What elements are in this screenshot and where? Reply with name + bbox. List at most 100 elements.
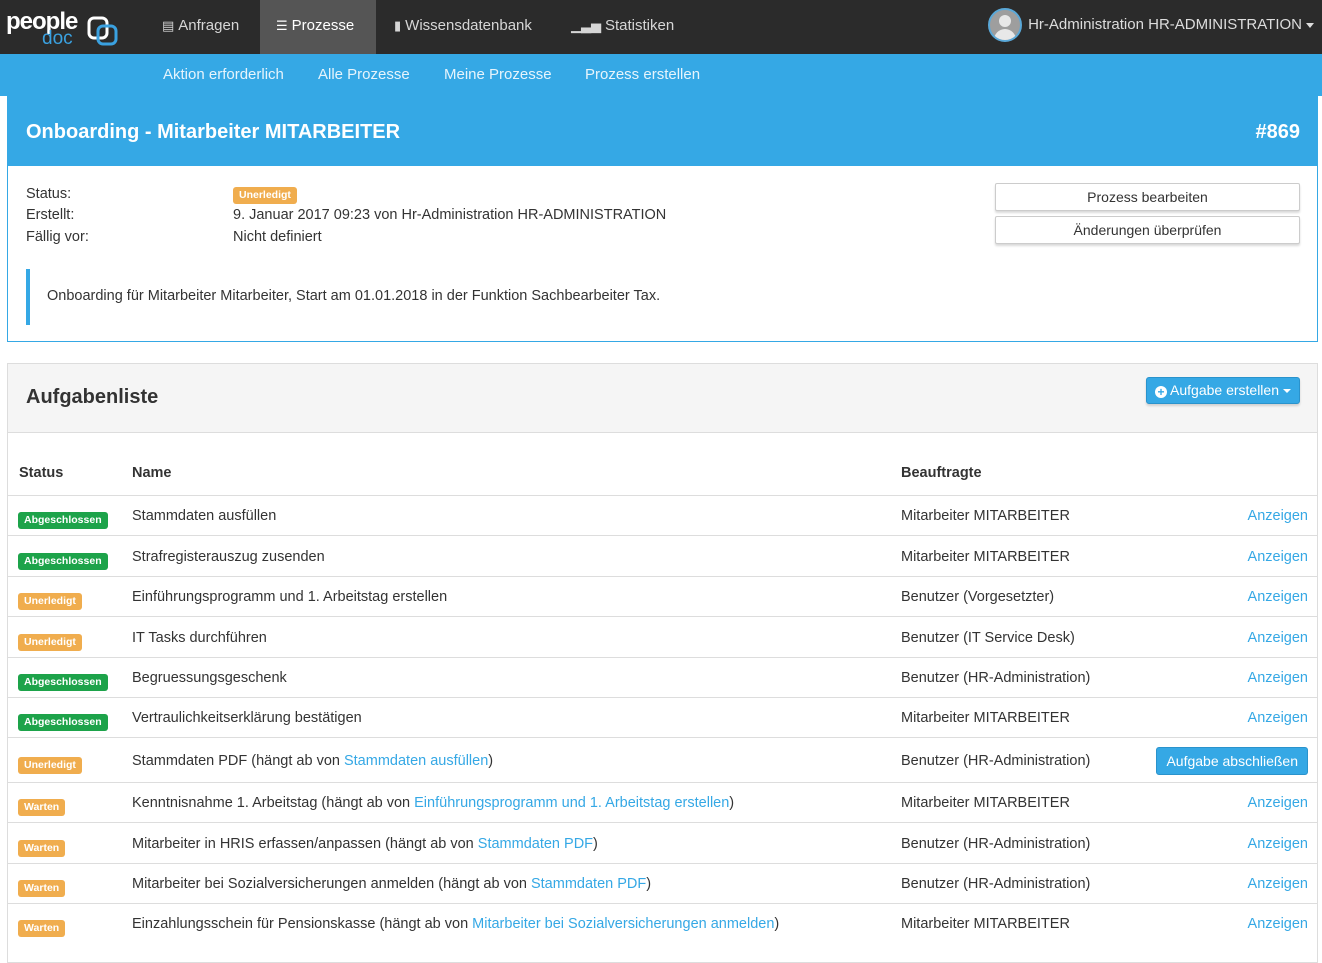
- list-icon: ☰: [276, 18, 288, 33]
- sub-navbar: Aktion erforderlich Alle Prozesse Meine …: [0, 54, 1322, 96]
- dependency-link[interactable]: Mitarbeiter bei Sozialversicherungen anm…: [472, 916, 774, 932]
- table-row: Unerledigt IT Tasks durchführen Benutzer (…: [8, 616, 1317, 657]
- review-changes-button[interactable]: Änderungen überprüfen: [995, 216, 1300, 244]
- avatar[interactable]: [988, 8, 1022, 42]
- table-row: Warten Mitarbeiter bei Sozialversicherung…: [8, 863, 1317, 903]
- view-task-link[interactable]: Anzeigen: [1248, 670, 1308, 686]
- task-status: Unerledigt: [18, 632, 82, 651]
- process-description: Onboarding für Mitarbeiter Mitarbeiter, …: [47, 288, 661, 304]
- nav-item-prozesse[interactable]: ☰ Prozesse: [260, 0, 376, 54]
- chevron-down-icon: [1306, 22, 1314, 28]
- status-badge: Abgeschlossen: [18, 674, 108, 691]
- status-badge: Abgeschlossen: [18, 512, 108, 529]
- table-row: Abgeschlossen Strafregisterauszug zusende…: [8, 535, 1317, 576]
- dependency-close-paren: ): [729, 795, 735, 811]
- view-task-link[interactable]: Anzeigen: [1248, 630, 1308, 646]
- task-name: IT Tasks durchführen: [132, 630, 267, 646]
- due-value: Nicht definiert: [233, 229, 322, 245]
- task-name: Vertraulichkeitserklärung bestätigen: [132, 710, 362, 726]
- nav-label: Statistiken: [605, 17, 675, 34]
- task-status: Unerledigt: [18, 755, 82, 774]
- status-badge: Abgeschlossen: [18, 553, 108, 570]
- task-assignee: Mitarbeiter MITARBEITER: [901, 549, 1070, 565]
- task-name-text: Mitarbeiter in HRIS erfassen/anpassen (h…: [132, 836, 478, 852]
- task-status: Warten: [18, 838, 66, 857]
- view-task-link[interactable]: Anzeigen: [1248, 710, 1308, 726]
- subnav-meine-prozesse[interactable]: Meine Prozesse: [444, 54, 552, 96]
- task-status: Abgeschlossen: [18, 712, 108, 731]
- view-task-link[interactable]: Anzeigen: [1248, 508, 1308, 524]
- view-task-link[interactable]: Anzeigen: [1248, 836, 1308, 852]
- app-logo[interactable]: people doc: [6, 6, 118, 49]
- task-name: Mitarbeiter in HRIS erfassen/anpassen (h…: [132, 836, 598, 852]
- task-name: Einzahlungsschein für Pensionskasse (hän…: [132, 916, 779, 932]
- chevron-down-icon: [1282, 389, 1291, 394]
- subnav-alle-prozesse[interactable]: Alle Prozesse: [318, 54, 410, 96]
- task-assignee: Benutzer (HR-Administration): [901, 836, 1091, 852]
- create-task-label: Aufgabe erstellen: [1170, 382, 1279, 398]
- top-navbar: people doc ▤ Anfragen ☰ Prozesse ▮ Wissensd…: [0, 0, 1322, 54]
- nav-item-anfragen[interactable]: ▤ Anfragen: [146, 0, 255, 54]
- subnav-prozess-erstellen[interactable]: Prozess erstellen: [585, 54, 700, 96]
- dependency-close-paren: ): [774, 916, 780, 932]
- task-status: Abgeschlossen: [18, 510, 108, 529]
- nav-label: Prozesse: [291, 17, 355, 34]
- inbox-icon: ▤: [162, 18, 175, 33]
- nav-item-wissensdatenbank[interactable]: ▮ Wissensdatenbank: [378, 0, 548, 54]
- subnav-aktion-erforderlich[interactable]: Aktion erforderlich: [163, 54, 284, 96]
- dependency-link[interactable]: Stammdaten PDF: [478, 836, 593, 852]
- task-list-title: Aufgabenliste: [26, 386, 159, 408]
- dependency-link[interactable]: Einführungsprogramm und 1. Arbeitstag er…: [414, 795, 729, 811]
- nav-label: Wissensdatenbank: [405, 17, 532, 34]
- task-status: Abgeschlossen: [18, 551, 108, 570]
- created-label: Erstellt:: [26, 207, 75, 223]
- task-assignee: Mitarbeiter MITARBEITER: [901, 710, 1070, 726]
- table-row: Abgeschlossen Begruessungsgeschenk Benutze…: [8, 657, 1317, 697]
- table-row: Warten Mitarbeiter in HRIS erfassen/anpas…: [8, 822, 1317, 863]
- complete-task-button[interactable]: Aufgabe abschließen: [1156, 747, 1308, 775]
- view-task-link[interactable]: Anzeigen: [1248, 795, 1308, 811]
- book-icon: ▮: [394, 18, 402, 33]
- bar-chart-icon: ▁▃▅: [571, 18, 601, 33]
- table-row: Warten Kenntnisnahme 1. Arbeitstag (hängt…: [8, 782, 1317, 822]
- view-task-link[interactable]: Anzeigen: [1248, 876, 1308, 892]
- table-row: Abgeschlossen Vertraulichkeitserklärung b…: [8, 697, 1317, 737]
- dependency-close-paren: ): [646, 876, 652, 892]
- task-status: Warten: [18, 878, 66, 897]
- edit-process-button[interactable]: Prozess bearbeiten: [995, 183, 1300, 211]
- task-assignee: Benutzer (HR-Administration): [901, 670, 1091, 686]
- table-row: Unerledigt Stammdaten PDF (hängt ab von S…: [8, 737, 1317, 782]
- view-task-link[interactable]: Anzeigen: [1248, 589, 1308, 605]
- dependency-link[interactable]: Stammdaten ausfüllen: [344, 753, 488, 769]
- task-name-text: Begruessungsgeschenk: [132, 670, 287, 686]
- task-name-text: IT Tasks durchführen: [132, 630, 267, 646]
- task-name: Stammdaten ausfüllen: [132, 508, 276, 524]
- status-label: Status:: [26, 186, 72, 202]
- logo-text-bottom: doc: [42, 28, 73, 49]
- created-value: 9. Januar 2017 09:23 von Hr-Administrati…: [233, 207, 667, 223]
- nav-item-statistiken[interactable]: ▁▃▅ Statistiken: [555, 0, 690, 54]
- task-assignee: Mitarbeiter MITARBEITER: [901, 916, 1070, 932]
- task-status: Warten: [18, 797, 66, 816]
- task-assignee: Mitarbeiter MITARBEITER: [901, 795, 1070, 811]
- task-assignee: Mitarbeiter MITARBEITER: [901, 508, 1070, 524]
- column-header-name: Name: [132, 465, 172, 481]
- status-badge: Warten: [18, 920, 66, 937]
- dependency-close-paren: ): [488, 753, 494, 769]
- task-status: Unerledigt: [18, 591, 82, 610]
- dependency-close-paren: ): [593, 836, 598, 852]
- task-name: Mitarbeiter bei Sozialversicherungen anm…: [132, 876, 651, 892]
- status-badge: Unerledigt: [233, 187, 297, 204]
- dependency-link[interactable]: Stammdaten PDF: [531, 876, 646, 892]
- task-status: Warten: [18, 918, 66, 937]
- task-name: Stammdaten PDF (hängt ab von Stammdaten …: [132, 753, 493, 769]
- task-assignee: Benutzer (Vorgesetzter): [901, 589, 1055, 605]
- task-name-text: Strafregisterauszug zusenden: [132, 549, 325, 565]
- status-badge: Warten: [18, 880, 66, 897]
- logo-icon: [87, 16, 118, 46]
- view-task-link[interactable]: Anzeigen: [1248, 549, 1308, 565]
- view-task-link[interactable]: Anzeigen: [1248, 916, 1308, 932]
- create-task-button[interactable]: + Aufgabe erstellen: [1146, 377, 1300, 404]
- user-menu[interactable]: Hr-Administration HR-ADMINISTRATION: [1028, 0, 1314, 54]
- task-status: Abgeschlossen: [18, 672, 108, 691]
